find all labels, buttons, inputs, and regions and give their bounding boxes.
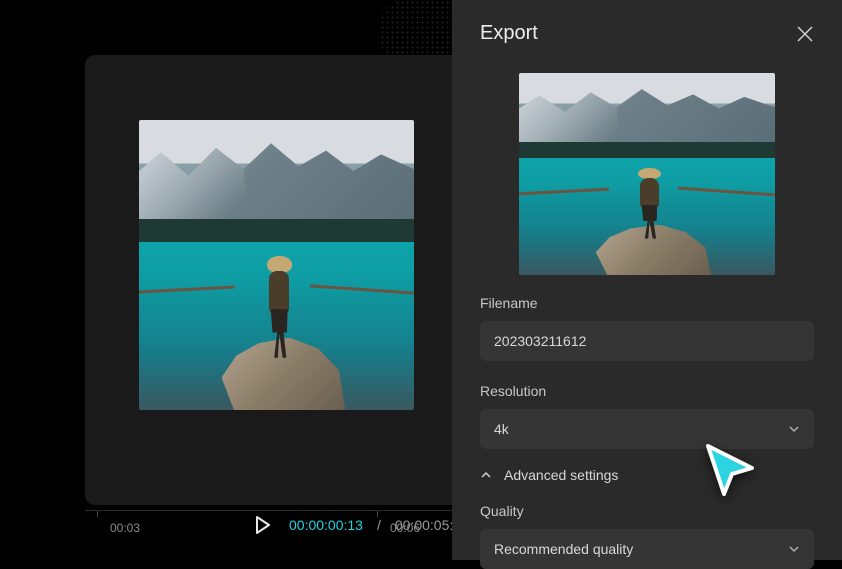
close-icon	[797, 26, 813, 42]
resolution-select[interactable]: 4k	[480, 409, 814, 449]
chevron-down-icon	[788, 423, 800, 435]
close-button[interactable]	[796, 25, 814, 43]
timeline-tick: 00:03	[110, 521, 140, 535]
filename-label: Filename	[480, 295, 814, 311]
cursor-pointer	[700, 440, 762, 502]
advanced-label: Advanced settings	[504, 467, 618, 483]
chevron-up-icon	[480, 469, 492, 481]
export-preview	[519, 73, 775, 275]
quality-select[interactable]: Recommended quality	[480, 529, 814, 569]
panel-title: Export	[480, 22, 538, 45]
quality-value: Recommended quality	[494, 541, 633, 557]
chevron-down-icon	[788, 543, 800, 555]
preview-thumbnail	[139, 120, 414, 410]
timeline-tick: 00:06	[390, 521, 420, 535]
export-panel: Export Filename Resolution 4k Advanced s…	[452, 0, 842, 560]
preview-panel: 00:00:00:13 / 00:00:05:00	[85, 55, 485, 505]
filename-input[interactable]	[480, 321, 814, 361]
quality-label: Quality	[480, 503, 814, 519]
resolution-value: 4k	[494, 421, 509, 437]
advanced-settings-toggle[interactable]: Advanced settings	[480, 467, 814, 483]
video-preview[interactable]	[139, 120, 414, 410]
resolution-label: Resolution	[480, 383, 814, 399]
